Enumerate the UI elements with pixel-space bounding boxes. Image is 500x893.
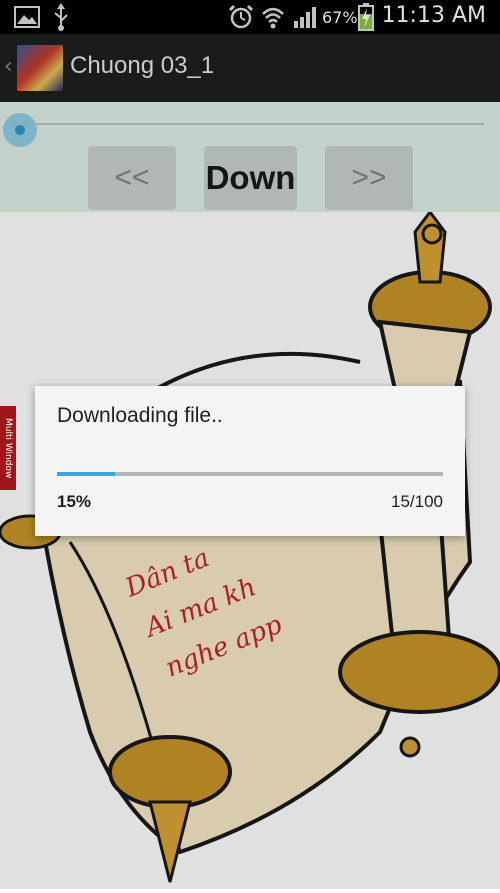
multi-window-tab[interactable]: Multi Window <box>0 406 16 490</box>
download-progress-dialog: Downloading file.. 15% 15/100 <box>35 386 465 536</box>
progress-bar <box>57 472 443 476</box>
progress-percent: 15% <box>57 492 92 511</box>
progress-bar-fill <box>57 472 115 476</box>
dialog-title: Downloading file.. <box>57 404 223 427</box>
progress-count: 15/100 <box>391 492 443 511</box>
